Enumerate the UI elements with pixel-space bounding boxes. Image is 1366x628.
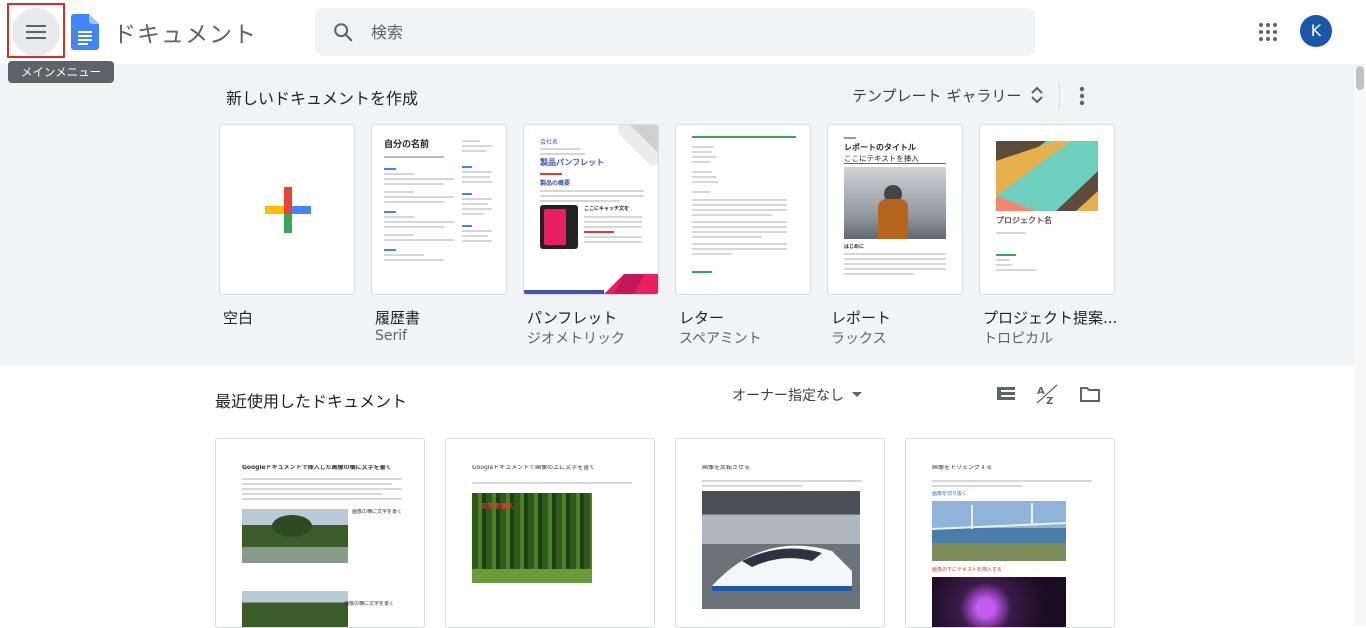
project-geometric-image — [996, 141, 1098, 211]
doc-train-image — [702, 491, 860, 609]
recent-doc-card[interactable]: Googleドキュメントで挿入した画像の横に文字を書く 画像の横に文字を書く 画… — [215, 438, 425, 628]
main-menu-tooltip: メインメニュー — [8, 61, 114, 83]
template-subname: ラックス — [831, 331, 887, 347]
unfold-icon — [1031, 86, 1044, 104]
svg-text:Z: Z — [1046, 396, 1053, 406]
doc-overlay-text: 文字を書く — [480, 503, 515, 509]
template-resume[interactable]: 自分の名前 履歴書 Serif — [371, 124, 507, 344]
divider — [1059, 82, 1060, 110]
search-icon[interactable] — [332, 21, 354, 43]
template-name: レポート — [831, 309, 892, 327]
recent-heading: 最近使用したドキュメント — [215, 392, 408, 411]
letter-lines — [692, 143, 796, 276]
app-title[interactable]: ドキュメント — [113, 15, 257, 49]
template-letter[interactable]: レター スペアミント — [675, 124, 811, 348]
search-input[interactable] — [371, 8, 1011, 56]
account-avatar[interactable]: K — [1300, 15, 1332, 47]
template-thumbnail[interactable]: 会社名 製品パンフレット 製品の概要 ここにキャッチ文を — [523, 124, 659, 295]
report-title: レポートのタイトル — [844, 143, 916, 152]
doc-bridge-image — [931, 501, 1067, 561]
template-subname: トロピカル — [983, 331, 1053, 347]
train-shape — [712, 545, 852, 591]
doc-title: Googleドキュメントで画像の上に文字を書く — [472, 465, 596, 471]
template-subname: スペアミント — [679, 331, 762, 347]
list-view-icon[interactable] — [994, 382, 1018, 406]
letter-accent-line — [692, 136, 796, 138]
doc-caption-2: 画像の横に文字を書く — [344, 601, 395, 607]
doc-pine-tree-image-2 — [242, 591, 348, 627]
doc-caption: 画像の横に文字を書く — [352, 509, 403, 515]
more-options-button[interactable] — [1072, 84, 1092, 108]
svg-text:A: A — [1037, 386, 1045, 397]
vertical-scrollbar[interactable] — [1354, 64, 1366, 625]
doc-red-note: 画像の下にテキストを挿入する — [932, 567, 1002, 573]
template-name: パンフレット — [527, 309, 618, 327]
brochure-overview: 製品の概要 — [540, 180, 571, 187]
brochure-title: 製品パンフレット — [540, 158, 605, 167]
template-thumbnail[interactable]: プロジェクト名 — [979, 124, 1115, 295]
recent-doc-card[interactable]: 画像をトリミングする 画像を切り抜く 画像の下にテキストを挿入する — [905, 438, 1115, 628]
template-subname: ジオメトリック — [527, 331, 625, 347]
template-project-proposal[interactable]: プロジェクト名 プロジェクト提案... トロピカル — [979, 124, 1118, 348]
report-photo — [844, 167, 946, 239]
doc-pine-tree-image — [242, 509, 348, 563]
template-gallery-button[interactable]: テンプレート ギャラリー — [852, 80, 1045, 110]
folder-icon[interactable] — [1078, 382, 1102, 406]
doc-night-lights-image — [932, 577, 1066, 627]
doc-bamboo-image: 文字を書く — [472, 493, 592, 583]
apps-grid-icon[interactable] — [1256, 20, 1280, 44]
dropdown-arrow-icon — [852, 392, 862, 397]
brochure-bottom-shapes — [524, 274, 658, 294]
owner-filter-label: オーナー指定なし — [732, 388, 844, 404]
recent-documents-section: 最近使用したドキュメント オーナー指定なし A Z Googleドキュメントで挿… — [0, 366, 1354, 628]
doc-title: 画像を反転させる — [702, 465, 751, 471]
template-brochure[interactable]: 会社名 製品パンフレット 製品の概要 ここにキャッチ文を パンフレット ジオメト… — [523, 124, 659, 348]
template-subname: Serif — [375, 328, 408, 344]
template-section: 新しいドキュメントを作成 テンプレート ギャラリー 空白 自分の名前 履歴書 S… — [0, 64, 1354, 366]
brochure-accent-line — [540, 173, 562, 175]
recent-doc-card[interactable]: Googleドキュメントで画像の上に文字を書く 文字を書く — [445, 438, 655, 628]
brochure-phone-image — [540, 205, 578, 249]
search-bar[interactable] — [315, 8, 1035, 56]
plus-icon — [265, 187, 311, 233]
brochure-here: ここにキャッチ文を — [584, 206, 630, 212]
docs-logo-icon[interactable] — [71, 14, 99, 50]
template-blank[interactable]: 空白 — [219, 124, 355, 328]
doc-link-text[interactable]: 画像を切り抜く — [932, 491, 967, 497]
doc-title: 画像をトリミングする — [932, 465, 993, 471]
resume-thumb-side — [462, 137, 498, 245]
more-vert-icon — [1079, 86, 1085, 106]
template-name: 空白 — [223, 309, 254, 327]
template-thumbnail[interactable]: 自分の名前 — [371, 124, 507, 295]
template-name: レター — [679, 309, 725, 327]
template-thumbnail[interactable] — [675, 124, 811, 295]
template-thumbnail[interactable]: レポートのタイトル ここにテキストを挿入 はじめに — [827, 124, 963, 295]
template-gallery-label: テンプレート ギャラリー — [852, 86, 1022, 105]
top-bar: ドキュメント K — [0, 0, 1366, 64]
template-thumbnail[interactable] — [219, 124, 355, 295]
project-title: プロジェクト名 — [996, 216, 1052, 225]
owner-filter-dropdown[interactable]: オーナー指定なし — [732, 385, 862, 405]
template-name: プロジェクト提案... — [983, 309, 1118, 327]
template-name: 履歴書 — [375, 309, 421, 327]
scrollbar-thumb[interactable] — [1356, 66, 1364, 90]
doc-title: Googleドキュメントで挿入した画像の横に文字を書く — [242, 465, 392, 471]
menu-highlight-box — [7, 3, 65, 58]
template-heading: 新しいドキュメントを作成 — [226, 89, 419, 108]
brochure-corner-pattern — [618, 125, 658, 165]
resume-thumb-title: 自分の名前 — [384, 140, 430, 150]
sort-az-icon[interactable]: A Z — [1036, 382, 1060, 406]
template-report[interactable]: レポートのタイトル ここにテキストを挿入 はじめに レポート ラックス — [827, 124, 963, 348]
report-intro: はじめに — [844, 244, 865, 250]
recent-doc-card[interactable]: 画像を反転させる — [675, 438, 885, 628]
